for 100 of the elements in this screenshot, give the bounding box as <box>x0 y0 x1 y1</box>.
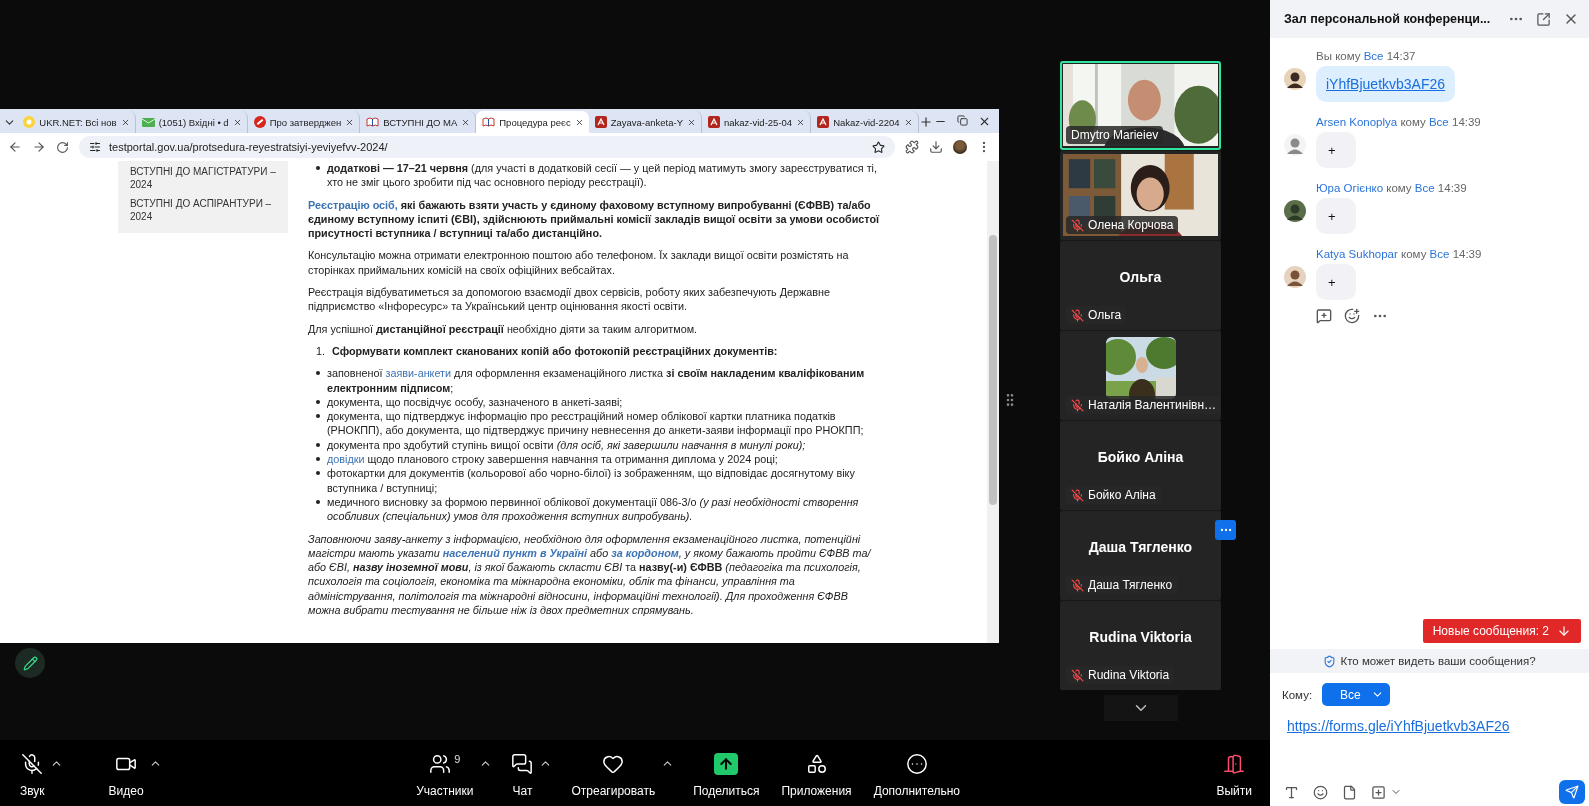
bullet-icon <box>316 442 320 447</box>
list-item-text: медичного висновку за формою первинної облікової документації 086-3/о (у разі необхідності створення особливих (спеціальних) умов для проходження вступних випробувань). <box>327 494 860 524</box>
annotate-button[interactable] <box>15 648 45 678</box>
envelope-icon <box>141 116 155 128</box>
add-icon[interactable] <box>1371 784 1386 800</box>
shield-icon <box>1323 654 1337 668</box>
message-header: Вы кому Все 14:37 <box>1316 50 1417 62</box>
close-icon[interactable] <box>345 117 355 127</box>
bullet-icon <box>316 499 320 504</box>
profile-avatar[interactable] <box>953 140 967 154</box>
reload-icon[interactable] <box>56 140 69 154</box>
recipient-label: Кому: <box>1282 688 1313 701</box>
format-icon[interactable] <box>1284 784 1299 800</box>
participant-name: Rudina Viktoria <box>1088 668 1170 682</box>
video-button[interactable]: Видео <box>104 748 148 798</box>
address-bar[interactable]: testportal.gov.ua/protsedura-reyestratsiyi-yeviyefvv-2024/ <box>79 136 895 158</box>
message-header: Arsen Konoplya кому Все 14:39 <box>1316 116 1482 128</box>
avatar <box>1284 266 1306 288</box>
list-number: 1. <box>316 343 325 359</box>
apps-button[interactable]: Приложения <box>777 748 856 798</box>
emoji-icon[interactable] <box>1313 784 1328 800</box>
participant-name: Бойко Аліна <box>1097 448 1184 465</box>
browser-tab[interactable]: Процедура реєс <box>476 111 589 133</box>
link[interactable]: довідки <box>327 453 365 466</box>
link[interactable]: населений пункт в Україні <box>442 546 588 559</box>
site-info-icon[interactable] <box>89 141 101 153</box>
link[interactable]: заяви-анкети <box>385 367 452 380</box>
close-icon[interactable] <box>232 117 242 127</box>
link[interactable]: Реєстрацію осіб, <box>308 198 398 211</box>
close-icon[interactable] <box>461 117 471 127</box>
bullet-icon <box>316 414 320 419</box>
stop-icon <box>253 116 266 128</box>
extensions-icon[interactable] <box>905 140 919 154</box>
list-item-text: Сформувати комплект сканованих копій або фотокопій реєстраційних документів: <box>332 343 778 359</box>
forward-icon[interactable] <box>32 140 46 154</box>
list-item-text: документа про здобутий ступінь вищої освіти (для осіб, які завершили навчання в минулі роки); <box>327 437 806 453</box>
more-button[interactable] <box>1215 520 1236 540</box>
message-link[interactable]: iYhfBjuetkvb3AF26 <box>1316 66 1456 102</box>
message-bubble: + <box>1316 198 1356 234</box>
restore-icon[interactable] <box>957 114 968 126</box>
participant-name: Даша Тягленко <box>1088 538 1193 555</box>
list-item-text: фотокартки для документів (кольорової або чорно-білої) із зображенням, що відповідає досягнутому віку вступника / вступниці; <box>327 466 856 495</box>
link[interactable]: за кордоном <box>611 546 679 559</box>
recipient-dropdown[interactable]: Все <box>1322 683 1390 706</box>
reply-icon[interactable] <box>1316 308 1332 324</box>
arrow-down-icon <box>1557 624 1571 638</box>
download-icon[interactable] <box>929 140 943 154</box>
close-icon[interactable] <box>903 117 913 127</box>
send-button[interactable] <box>1559 780 1585 804</box>
avatar <box>1284 134 1306 156</box>
pencil-icon <box>22 655 38 671</box>
pop-out-icon[interactable] <box>1536 11 1551 27</box>
bullet-icon <box>316 457 320 462</box>
share-button[interactable]: Поделиться <box>689 748 764 798</box>
list-item-text: документа, що підтверджує інформацію про реєстраційний номер облікової картки платника податків (РНОКПП), або документа, що підтверджує причину невнесення до анкети-заяви інформації про РНОКПП; <box>327 409 865 438</box>
bullet-icon <box>316 371 320 376</box>
close-icon[interactable] <box>687 117 696 127</box>
message-header: Юра Огієнко кому Все 14:39 <box>1316 182 1468 194</box>
sidebar-link[interactable]: ВСТУПНІ ДО АСПІРАНТУРИ – 2024 <box>130 197 276 223</box>
pdf-icon <box>708 116 720 128</box>
react-button[interactable]: Отреагировать <box>567 748 660 798</box>
list-item-text: заповненої заяви-анкети для оформлення екзаменаційного листка зі своїм накладеним кваліфікованим електронним підписом; <box>327 366 866 395</box>
file-icon[interactable] <box>1342 784 1357 800</box>
new-messages-button[interactable]: Новые сообщения: 2 <box>1422 619 1581 643</box>
paragraph: Заповнюючи заяву-анкету з інформацією, необхідною для оформлення екзаменаційного листка, потенційні магістри мають указати населений пункт в Україні або за кордоном, у якому бажають пройти ЄФВВ та/або ЄВІ, назву іноземної мови, із якої бажають скласти ЄВІ та назву(-и) ЄФВВ (педагогіка та психологія, психологія та соціологія, економіка та міжнародна економіки, облік та фінанси, управління та адміністрування, політологія та міжнародні відносини, інформаційні технології). Для проходження ЄФВВ можна вибрати тестування не більше ніж із двох предметних спрямувань. <box>308 531 873 618</box>
participant-name: Даша Тягленко <box>1088 578 1173 592</box>
paragraph: Для успішної дистанційної реєстрації необхідно діяти за таким алгоритмом. <box>308 321 699 336</box>
list-item-text: довідки щодо планового строку завершення навчання та отримання диплома у 2024 році; <box>327 452 778 467</box>
close-icon[interactable] <box>796 117 806 127</box>
close-icon[interactable] <box>574 117 584 127</box>
paragraph: Консультацію можна отримати електронною поштою або телефоном. Їх заклади вищої освіти розмістять на сторінках приймальних комісій на своїх офіційних вебсайтах. <box>308 248 850 278</box>
participant-name: Ольга <box>1119 268 1162 285</box>
book-icon <box>482 116 496 128</box>
message-header: Katya Sukhopar кому Все 14:39 <box>1316 248 1483 260</box>
chat-button[interactable]: Чат <box>507 748 538 798</box>
url-text: testportal.gov.ua/protsedura-reyestratsiyi-yeviyefvv-2024/ <box>109 141 389 153</box>
close-icon[interactable] <box>120 117 130 127</box>
participant-name: Ольга <box>1088 308 1122 322</box>
more-icon <box>905 752 928 775</box>
add-reaction-icon[interactable] <box>1344 308 1360 324</box>
more-button[interactable]: Дополнительно <box>869 748 964 798</box>
pdf-icon <box>817 116 830 128</box>
paragraph: Реєстрацію осіб, які бажають взяти участь у єдиному фаховому вступному випробуванні (ЄФВВ) та/або єдиному вступному іспиті (ЄВІ), здійснюють приймальні комісії закладів вищої освіти за умови особистої присутності вступника / вступниці та/або дистанційно. <box>308 197 880 241</box>
participants-button[interactable]: 9 Участники <box>412 748 478 798</box>
sidebar-link[interactable]: ВСТУПНІ ДО МАГІСТРАТУРИ – 2024 <box>130 165 276 191</box>
scrollbar[interactable] <box>987 161 999 643</box>
message-field[interactable]: https://forms.gle/iYhfBjuetkvb3AF26 <box>1287 718 1585 780</box>
bullet-icon <box>316 471 320 476</box>
leave-button[interactable]: Выйти <box>1212 748 1256 798</box>
send-icon <box>1565 785 1579 799</box>
bookmark-icon[interactable] <box>872 140 885 154</box>
list-item-text: додаткові — 17–21 червня (для участі в додатковій сесії — у цей період матимуть змогу зареєструватися ті, хто не зміг цього зробити під час основного періоду реєстрації). <box>327 161 878 190</box>
paragraph: Реєстрація відбуватиметься за допомогою взаємодії двох сервісів, роботу яких забезпечують Державне підприємство «Інфоресурс» та Український центр оцінювання якості освіти. <box>308 285 831 314</box>
participant-name: Rudina Viktoria <box>1089 628 1192 645</box>
audio-button[interactable]: Звук <box>16 748 49 798</box>
participant-name: Бойко Аліна <box>1088 488 1156 502</box>
participant-name: Dmytro Marieiev <box>1071 128 1159 142</box>
back-icon[interactable] <box>8 140 22 154</box>
chat-title: Зал персональной конференци... <box>1284 12 1492 26</box>
door-icon <box>1223 752 1246 775</box>
